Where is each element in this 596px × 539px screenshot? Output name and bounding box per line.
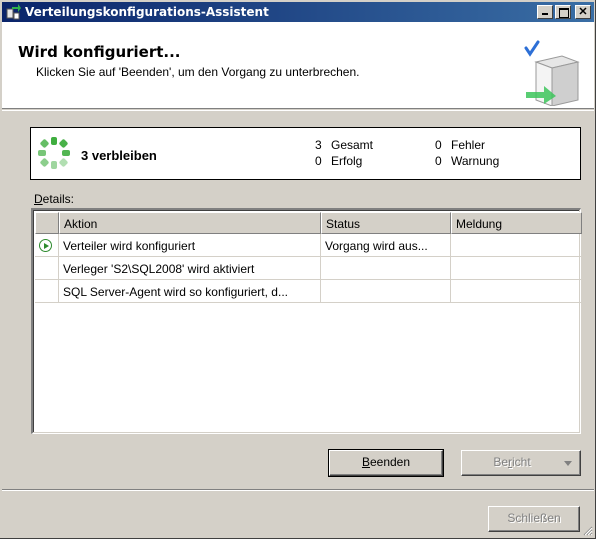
row-icon-cell — [35, 280, 59, 303]
details-label-accel: D — [34, 192, 43, 206]
close-button[interactable]: Schließen — [488, 506, 580, 532]
row-status-glyph — [39, 239, 52, 252]
table-row[interactable]: SQL Server-Agent wird so konfiguriert, d… — [35, 280, 582, 303]
stat-total-label: Gesamt — [331, 138, 374, 152]
row-message — [451, 257, 582, 280]
footer-separator — [2, 489, 594, 491]
row-action: SQL Server-Agent wird so konfiguriert, d… — [59, 280, 321, 303]
resize-grip-icon[interactable] — [581, 524, 593, 536]
column-header-message[interactable]: Meldung — [451, 212, 582, 234]
column-header-status[interactable]: Status — [321, 212, 451, 234]
stat-errors-value: 0 — [435, 138, 442, 152]
column-header-icon[interactable] — [35, 212, 59, 234]
running-icon — [35, 234, 59, 257]
wizard-window: Verteilungskonfigurations-Assistent ✕ Wi… — [0, 0, 596, 539]
row-icon-cell — [35, 257, 59, 280]
wizard-header: Wird konfiguriert... Klicken Sie auf 'Be… — [2, 22, 594, 109]
table-header: Aktion Status Meldung — [35, 212, 582, 234]
table-row[interactable]: Verleger 'S2\SQL2008' wird aktiviert — [35, 257, 582, 280]
minimize-button[interactable] — [537, 5, 553, 19]
report-button-label-pre: Be — [493, 455, 508, 469]
stat-success-value: 0 — [315, 154, 322, 168]
title-bar[interactable]: Verteilungskonfigurations-Assistent ✕ — [2, 2, 594, 22]
stat-errors-label: Fehler — [451, 138, 486, 152]
row-status — [321, 280, 451, 303]
stat-success: 0 Erfolg — [315, 154, 362, 168]
stat-total-value: 3 — [315, 138, 322, 152]
stat-warnings-value: 0 — [435, 154, 442, 168]
row-message — [451, 280, 582, 303]
progress-summary-panel: 3 verbleiben 3 Gesamt 0 Erfolg 0 Fehler 0 Wa… — [30, 127, 581, 180]
stat-total: 3 Gesamt — [315, 138, 373, 152]
maximize-button[interactable] — [555, 5, 571, 19]
report-dropdown-button[interactable]: Bericht — [461, 450, 581, 476]
stat-errors: 0 Fehler — [435, 138, 485, 152]
server-check-icon — [522, 40, 582, 107]
window-title: Verteilungskonfigurations-Assistent — [25, 5, 269, 19]
page-title: Wird konfiguriert... — [18, 43, 181, 61]
chevron-down-icon — [564, 461, 572, 466]
row-status — [321, 257, 451, 280]
close-window-button[interactable]: ✕ — [575, 5, 591, 19]
report-button-label-post: icht — [512, 455, 531, 469]
stop-button-label: eenden — [369, 455, 411, 469]
remaining-count: 3 verbleiben — [81, 148, 157, 163]
stat-warnings: 0 Warnung — [435, 154, 499, 168]
details-label-rest: etails: — [42, 192, 75, 206]
row-action: Verteiler wird konfiguriert — [59, 234, 321, 257]
stat-success-label: Erfolg — [331, 154, 363, 168]
progress-spinner-icon — [37, 136, 71, 170]
table-row[interactable]: Verteiler wird konfiguriert Vorgang wird… — [35, 234, 582, 257]
row-action: Verleger 'S2\SQL2008' wird aktiviert — [59, 257, 321, 280]
details-label: Details: — [34, 192, 74, 206]
row-status: Vorgang wird aus... — [321, 234, 451, 257]
column-header-action[interactable]: Aktion — [59, 212, 321, 234]
page-subtitle: Klicken Sie auf 'Beenden', um den Vorgan… — [36, 65, 360, 79]
header-separator — [2, 110, 594, 111]
wizard-app-icon — [5, 4, 21, 20]
stat-warnings-label: Warnung — [451, 154, 500, 168]
details-table[interactable]: Aktion Status Meldung Verteiler wird kon… — [31, 208, 582, 434]
stop-button[interactable]: Beenden — [328, 449, 444, 477]
stop-button-accel: B — [361, 455, 370, 469]
row-message — [451, 234, 582, 257]
